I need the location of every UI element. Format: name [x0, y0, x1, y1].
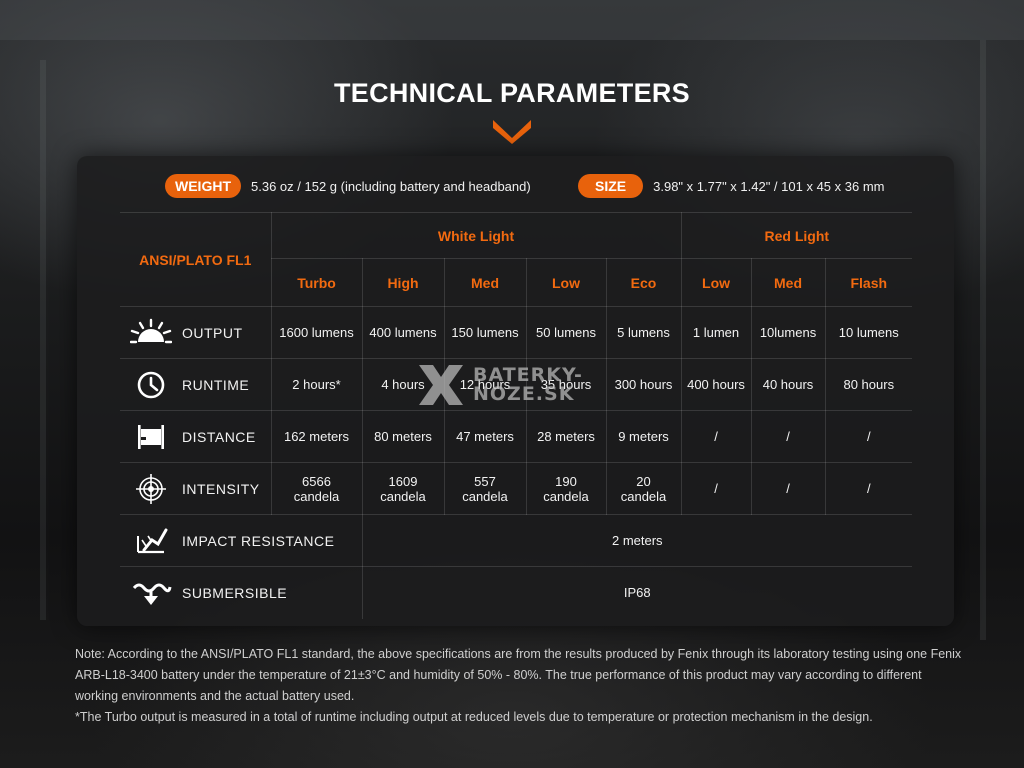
table-cell: 2 hours*: [271, 358, 363, 411]
table-cell: /: [681, 462, 752, 515]
cell-value: 557: [474, 473, 496, 489]
row-label: RUNTIME: [120, 358, 272, 411]
impact-icon: [130, 526, 172, 556]
watermark: BATERKY- NOZE.SK: [413, 360, 613, 410]
size-spec: SIZE 3.98" x 1.77" x 1.42" / 101 x 45 x …: [578, 174, 884, 198]
table-cell: 10 lumens: [825, 306, 913, 359]
footnote: Note: According to the ANSI/PLATO FL1 st…: [75, 644, 965, 728]
table-row: IMPACT RESISTANCE 2 meters: [120, 514, 913, 567]
cell-unit: candela: [380, 488, 426, 504]
table-cell: 28 meters: [526, 410, 607, 463]
table-cell: 300 hours: [606, 358, 682, 411]
row-label-text: IMPACT RESISTANCE: [182, 532, 335, 549]
cell-value: 20: [636, 473, 651, 489]
row-label: OUTPUT: [120, 306, 272, 359]
watermark-line: NOZE.SK: [473, 383, 575, 405]
table-cell: 40 hours: [751, 358, 826, 411]
table-corner-label: ANSI/PLATO FL1: [120, 212, 272, 307]
table-cell: 47 meters: [444, 410, 527, 463]
table-cell: 190 candela: [526, 462, 607, 515]
watermark-text: BATERKY- NOZE.SK: [469, 366, 583, 404]
table-cell: 150 lumens: [444, 306, 527, 359]
watermark-logo-icon: [419, 365, 463, 405]
page-title: TECHNICAL PARAMETERS: [333, 78, 690, 108]
table-cell: /: [825, 410, 913, 463]
table-cell: 162 meters: [271, 410, 363, 463]
table-cell: 20 candela: [606, 462, 682, 515]
table-row: INTENSITY 6566 candela 1609 candela 557 can…: [120, 462, 913, 515]
size-value: 3.98" x 1.77" x 1.42" / 101 x 45 x 36 mm: [653, 178, 885, 194]
table-row: DISTANCE 162 meters 80 meters 47 meters …: [120, 410, 913, 463]
background-beam: [0, 0, 1024, 40]
chevron-down-icon: [493, 120, 531, 144]
table-cell: 1609 candela: [362, 462, 445, 515]
background-beam: [40, 60, 46, 620]
intensity-icon: [130, 473, 172, 504]
clock-icon: [130, 370, 172, 400]
table-cell: 10lumens: [751, 306, 826, 359]
cell-value: 190: [555, 473, 577, 489]
mode-header: Low: [681, 258, 752, 307]
table-cell: /: [681, 410, 752, 463]
table-cell: 9 meters: [606, 410, 682, 463]
table-cell: 400 lumens: [362, 306, 445, 359]
cell-unit: candela: [543, 488, 589, 504]
background-beam: [980, 40, 986, 640]
weight-badge: WEIGHT: [165, 174, 241, 198]
row-label: INTENSITY: [120, 462, 272, 515]
size-badge: SIZE: [578, 174, 644, 198]
parameters-table: ANSI/PLATO FL1 White Light Red Light Tur…: [120, 212, 913, 619]
table-cell: /: [751, 462, 826, 515]
mode-header: Turbo: [271, 258, 363, 307]
table-cell: 2 meters: [362, 514, 913, 567]
table-cell: /: [751, 410, 826, 463]
table-cell: 6566 candela: [271, 462, 363, 515]
table-cell: 80 meters: [362, 410, 445, 463]
row-label-text: INTENSITY: [182, 480, 260, 497]
table-cell: 5 lumens: [606, 306, 682, 359]
table-cell: /: [825, 462, 913, 515]
red-light-header: Red Light: [681, 212, 913, 259]
row-label-text: SUBMERSIBLE: [182, 584, 288, 601]
submersible-icon: [130, 578, 172, 608]
mode-header: Low: [526, 258, 607, 307]
table-cell: 1 lumen: [681, 306, 752, 359]
distance-icon: [130, 422, 172, 452]
footnote-text: *The Turbo output is measured in a total…: [75, 710, 873, 724]
white-light-header: White Light: [271, 212, 682, 259]
mode-header: High: [362, 258, 445, 307]
row-label-text: DISTANCE: [182, 428, 256, 445]
table-cell: 557 candela: [444, 462, 527, 515]
table-cell: 50 lumens: [526, 306, 607, 359]
cell-unit: candela: [293, 488, 340, 504]
weight-spec: WEIGHT 5.36 oz / 152 g (including batter…: [165, 174, 531, 198]
mode-header: Med: [444, 258, 527, 307]
mode-header: Med: [751, 258, 826, 307]
row-label: DISTANCE: [120, 410, 272, 463]
cell-unit: candela: [620, 488, 667, 504]
row-label: SUBMERSIBLE: [120, 566, 363, 619]
table-cell: IP68: [623, 585, 651, 601]
mode-header: Flash: [825, 258, 913, 307]
cell-value: 6566: [302, 473, 331, 489]
row-label-text: RUNTIME: [182, 376, 250, 393]
table-row: SUBMERSIBLE IP68: [120, 566, 912, 619]
cell-value: 1609: [388, 473, 418, 489]
footnote-text: Note: According to the ANSI/PLATO FL1 st…: [75, 647, 962, 703]
weight-value: 5.36 oz / 152 g (including battery and h…: [251, 178, 531, 194]
table-cell: 400 hours: [681, 358, 752, 411]
mode-header: Eco: [606, 258, 682, 307]
cell-unit: candela: [462, 488, 508, 504]
row-label-text: OUTPUT: [182, 324, 243, 341]
table-row: OUTPUT 1600 lumens 400 lumens 150 lumens…: [120, 306, 913, 359]
table-cell: 1600 lumens: [271, 306, 363, 359]
table-cell: 80 hours: [825, 358, 913, 411]
output-icon: [130, 318, 172, 348]
row-label: IMPACT RESISTANCE: [120, 514, 363, 567]
